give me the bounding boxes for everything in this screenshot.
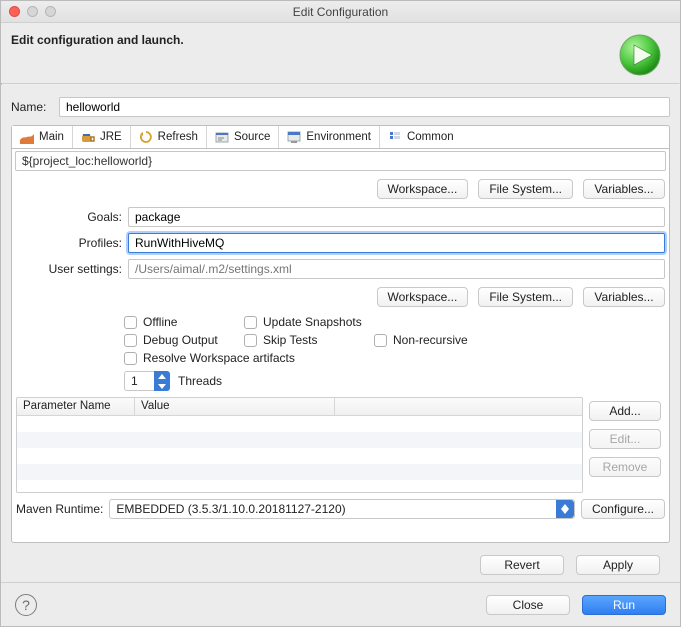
- debug-output-label: Debug Output: [143, 333, 218, 347]
- run-icon: [618, 33, 662, 77]
- maven-runtime-label: Maven Runtime:: [16, 502, 103, 516]
- add-parameter-button[interactable]: Add...: [589, 401, 661, 421]
- skip-tests-label: Skip Tests: [263, 333, 317, 347]
- tab-panel-main: Workspace... File System... Variables...…: [11, 149, 670, 543]
- skip-tests-checkbox[interactable]: [244, 334, 257, 347]
- filesystem-button-2[interactable]: File System...: [478, 287, 573, 307]
- maven-runtime-value: EMBEDDED (3.5.3/1.10.0.20181127-2120): [116, 502, 345, 516]
- close-button[interactable]: Close: [486, 595, 570, 615]
- tab-common[interactable]: Common: [380, 126, 462, 148]
- minimize-window-icon[interactable]: [27, 6, 38, 17]
- chevron-updown-icon: [556, 500, 574, 518]
- parameters-table[interactable]: Parameter Name Value: [16, 397, 583, 493]
- table-row[interactable]: [17, 416, 582, 432]
- threads-up[interactable]: [154, 371, 170, 381]
- threads-value: 1: [124, 371, 154, 391]
- profiles-label: Profiles:: [16, 236, 122, 250]
- resolve-workspace-label: Resolve Workspace artifacts: [143, 351, 295, 365]
- maven-runtime-select[interactable]: EMBEDDED (3.5.3/1.10.0.20181127-2120): [109, 499, 575, 519]
- debug-output-checkbox[interactable]: [124, 334, 137, 347]
- edit-configuration-window: Edit Configuration Edit configuration an…: [0, 0, 681, 627]
- source-icon: [215, 130, 229, 144]
- table-row[interactable]: [17, 448, 582, 464]
- variables-button-2[interactable]: Variables...: [583, 287, 665, 307]
- col-spacer: [335, 398, 582, 415]
- goals-input[interactable]: [128, 207, 665, 227]
- offline-label: Offline: [143, 315, 177, 329]
- refresh-icon: [139, 130, 153, 144]
- zoom-window-icon[interactable]: [45, 6, 56, 17]
- remove-parameter-button: Remove: [589, 457, 661, 477]
- tab-source[interactable]: Source: [207, 126, 279, 148]
- user-settings-input[interactable]: [128, 259, 665, 279]
- filesystem-button-1[interactable]: File System...: [478, 179, 573, 199]
- tab-bar: Main JRE Refresh Source Environment Comm…: [11, 125, 670, 149]
- col-parameter-name[interactable]: Parameter Name: [17, 398, 135, 415]
- tab-refresh[interactable]: Refresh: [131, 126, 207, 148]
- close-window-icon[interactable]: [9, 6, 20, 17]
- window-title: Edit Configuration: [1, 5, 680, 19]
- workspace-button-2[interactable]: Workspace...: [377, 287, 469, 307]
- table-row[interactable]: [17, 464, 582, 480]
- jre-icon: [81, 130, 95, 144]
- help-icon[interactable]: ?: [15, 594, 37, 616]
- dialog-title: Edit configuration and launch.: [11, 33, 184, 47]
- tab-jre[interactable]: JRE: [73, 126, 131, 148]
- tab-environment[interactable]: Environment: [279, 126, 380, 148]
- window-titlebar: Edit Configuration: [1, 1, 680, 23]
- base-directory-input[interactable]: [15, 151, 666, 171]
- non-recursive-checkbox[interactable]: [374, 334, 387, 347]
- maven-icon: [20, 130, 34, 144]
- apply-button[interactable]: Apply: [576, 555, 660, 575]
- name-label: Name:: [11, 100, 59, 114]
- run-button[interactable]: Run: [582, 595, 666, 615]
- profiles-input[interactable]: [128, 233, 665, 253]
- update-snapshots-label: Update Snapshots: [263, 315, 362, 329]
- table-row[interactable]: [17, 432, 582, 448]
- table-row[interactable]: [17, 480, 582, 493]
- threads-down[interactable]: [154, 381, 170, 391]
- workspace-button-1[interactable]: Workspace...: [377, 179, 469, 199]
- threads-stepper[interactable]: 1: [124, 371, 170, 391]
- variables-button-1[interactable]: Variables...: [583, 179, 665, 199]
- threads-label: Threads: [178, 374, 222, 388]
- edit-parameter-button: Edit...: [589, 429, 661, 449]
- goals-label: Goals:: [16, 210, 122, 224]
- configure-runtime-button[interactable]: Configure...: [581, 499, 665, 519]
- resolve-workspace-checkbox[interactable]: [124, 352, 137, 365]
- non-recursive-label: Non-recursive: [393, 333, 468, 347]
- tab-main[interactable]: Main: [12, 126, 73, 148]
- common-icon: [388, 130, 402, 144]
- update-snapshots-checkbox[interactable]: [244, 316, 257, 329]
- environment-icon: [287, 130, 301, 144]
- revert-button[interactable]: Revert: [480, 555, 564, 575]
- name-input[interactable]: [59, 97, 670, 117]
- dialog-header: Edit configuration and launch.: [1, 23, 680, 83]
- offline-checkbox[interactable]: [124, 316, 137, 329]
- user-settings-label: User settings:: [16, 262, 122, 276]
- col-value[interactable]: Value: [135, 398, 335, 415]
